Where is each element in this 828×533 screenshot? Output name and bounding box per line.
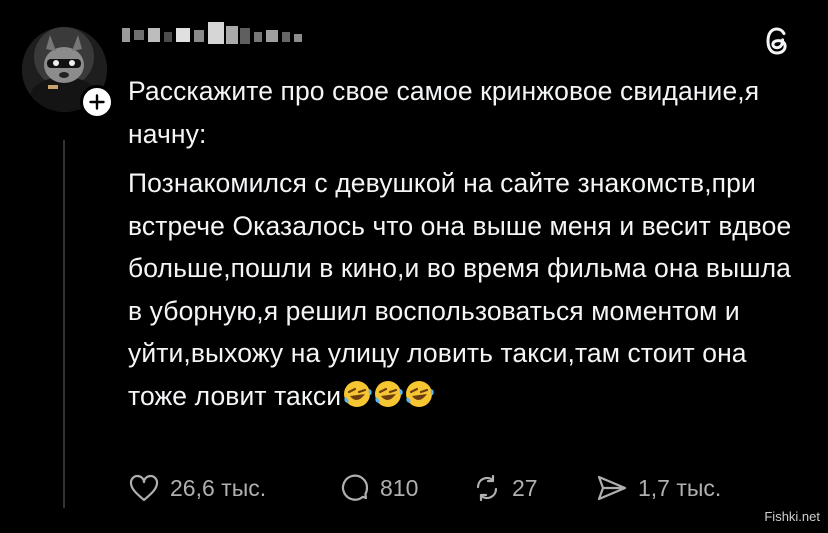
repost-button[interactable]: 27	[472, 473, 596, 503]
post-body-wrap: Познакомился с девушкой на сайте знакомс…	[128, 162, 808, 421]
like-count: 26,6 тыс.	[170, 474, 267, 501]
like-button[interactable]: 26,6 тыс.	[128, 473, 340, 503]
comment-button[interactable]: 810	[340, 473, 472, 503]
rolling-on-floor-laughing-icon	[373, 379, 403, 422]
avatar-wrap[interactable]	[22, 27, 114, 119]
username-redacted[interactable]	[122, 22, 304, 50]
comment-icon	[341, 474, 369, 501]
share-button[interactable]: 1,7 тыс.	[596, 473, 721, 503]
rolling-on-floor-laughing-icon	[404, 379, 434, 422]
watermark: Fishki.net	[764, 509, 820, 524]
post-body: Познакомился с девушкой на сайте знакомс…	[128, 168, 792, 411]
share-count: 1,7 тыс.	[638, 474, 722, 501]
post-title-line: Расскажите про свое самое кринжовое свид…	[128, 76, 760, 149]
threads-logo-icon[interactable]	[762, 24, 792, 58]
comment-count: 810	[380, 474, 419, 501]
rolling-on-floor-laughing-icon	[342, 379, 372, 422]
repost-count: 27	[512, 474, 538, 501]
plus-icon	[89, 94, 105, 110]
action-bar: 26,6 тыс. 810 27 1,7 тыс.	[128, 468, 721, 508]
repost-icon	[476, 474, 498, 502]
thread-line	[63, 140, 65, 508]
post-content: Расскажите про свое самое кринжовое свид…	[128, 70, 808, 421]
follow-button[interactable]	[80, 85, 114, 119]
heart-icon	[129, 474, 159, 502]
share-icon	[597, 475, 627, 501]
